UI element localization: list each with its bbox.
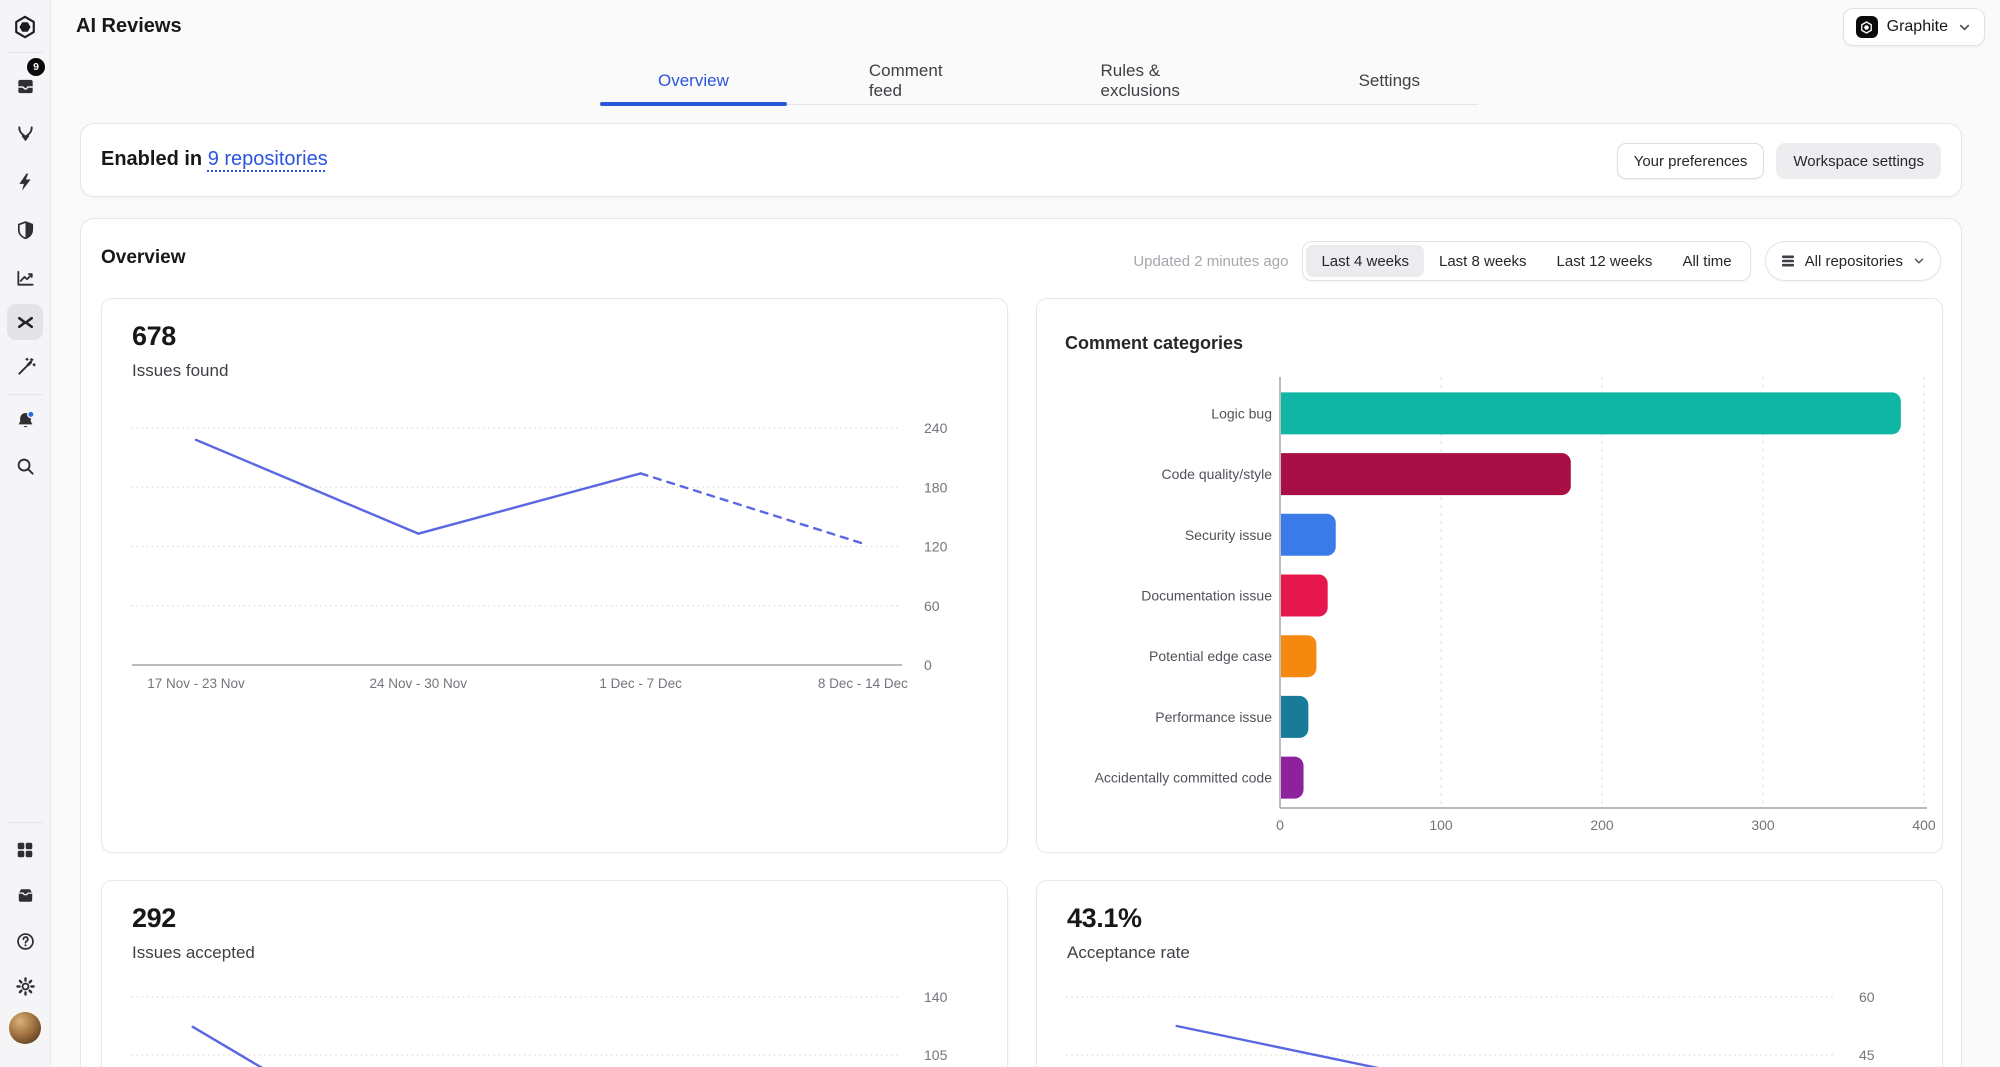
enabled-prefix: Enabled in xyxy=(101,148,203,170)
your-preferences-button[interactable]: Your preferences xyxy=(1616,143,1765,179)
magic-wand-icon[interactable] xyxy=(7,348,43,384)
graphite-button-logo-icon xyxy=(1855,16,1878,38)
chevron-down-icon xyxy=(1959,24,1970,30)
workspace-settings-button[interactable]: Workspace settings xyxy=(1776,143,1941,179)
comment-categories-card: 0 100 200 300 400 Logic bug Code quality/style… xyxy=(1036,298,1943,853)
issues-found-chart: 0 60 120 180 240 17 Nov - 23 Nov 24 Nov - 30 N… xyxy=(131,420,948,691)
comment-categories-title: Comment categories xyxy=(1065,333,1244,353)
main-area: AI Reviews Graphite Overview Comment fee… xyxy=(50,0,2000,1067)
enabled-text: Enabled in 9 repositories xyxy=(101,148,328,171)
rows-icon xyxy=(1781,255,1794,267)
issues-accepted-card: 140 105 292 Issues accepted xyxy=(101,880,1008,1067)
ai-reviews-icon[interactable] xyxy=(7,304,43,340)
insights-chart-icon[interactable] xyxy=(7,260,43,296)
sidebar-divider xyxy=(7,822,43,823)
svg-text:240: 240 xyxy=(924,420,948,436)
chevron-down-icon xyxy=(1914,258,1924,264)
app-window: 9 AI Reviews Graphite Overview Comment f… xyxy=(0,0,2000,1067)
shield-icon[interactable] xyxy=(7,212,43,248)
svg-text:45: 45 xyxy=(1859,1047,1875,1063)
updated-text: Updated 2 minutes ago xyxy=(1133,252,1289,270)
svg-text:200: 200 xyxy=(1590,817,1614,833)
merge-icon[interactable] xyxy=(7,116,43,152)
svg-text:8 Dec - 14 Dec: 8 Dec - 14 Dec xyxy=(818,676,908,691)
time-filter-all-time[interactable]: All time xyxy=(1667,245,1746,277)
svg-text:Code quality/style: Code quality/style xyxy=(1161,466,1272,482)
acceptance-rate-label: Acceptance rate xyxy=(1067,943,1190,962)
time-filter-group: Last 4 weeks Last 8 weeks Last 12 weeks … xyxy=(1302,241,1751,281)
svg-text:1 Dec - 7 Dec: 1 Dec - 7 Dec xyxy=(599,676,682,691)
svg-text:17 Nov - 23 Nov: 17 Nov - 23 Nov xyxy=(147,676,245,691)
page-title: AI Reviews xyxy=(76,15,182,37)
overview-controls: Updated 2 minutes ago Last 4 weeks Last … xyxy=(1133,241,1941,281)
user-avatar[interactable] xyxy=(9,1012,41,1044)
svg-text:300: 300 xyxy=(1751,817,1775,833)
help-icon[interactable] xyxy=(7,923,43,959)
time-filter-last-12-weeks[interactable]: Last 12 weeks xyxy=(1542,245,1668,277)
svg-text:0: 0 xyxy=(924,657,932,673)
svg-text:Security issue: Security issue xyxy=(1185,527,1272,543)
acceptance-rate-card: 60 45 43.1% Acceptance rate xyxy=(1036,880,1943,1067)
tab-rules-exclusions[interactable]: Rules & exclusions xyxy=(1043,58,1277,104)
bell-icon[interactable] xyxy=(7,402,43,438)
graphite-logo-icon[interactable] xyxy=(7,9,43,45)
acceptance-rate-chart: 60 45 xyxy=(1066,989,1875,1067)
time-filter-last-4-weeks[interactable]: Last 4 weeks xyxy=(1306,245,1424,277)
svg-text:180: 180 xyxy=(924,479,948,495)
sidebar-divider xyxy=(7,394,43,395)
svg-text:Performance issue: Performance issue xyxy=(1155,709,1272,725)
repository-filter-label: All repositories xyxy=(1804,252,1903,270)
tab-bar: Overview Comment feed Rules & exclusions… xyxy=(600,58,1478,106)
svg-text:0: 0 xyxy=(1276,817,1284,833)
tab-overview[interactable]: Overview xyxy=(600,58,787,106)
overview-panel: Overview Updated 2 minutes ago Last 4 we… xyxy=(80,218,1962,1067)
svg-text:120: 120 xyxy=(924,539,948,555)
issues-accepted-chart: 140 105 xyxy=(131,989,948,1067)
repository-filter[interactable]: All repositories xyxy=(1764,241,1941,281)
tray-icon[interactable] xyxy=(7,877,43,913)
sidebar-divider xyxy=(7,52,43,53)
enabled-banner: Enabled in 9 repositories Your preferenc… xyxy=(80,123,1962,197)
issues-accepted-label: Issues accepted xyxy=(132,943,255,962)
workspace-name: Graphite xyxy=(1886,18,1948,35)
svg-text:400: 400 xyxy=(1912,817,1936,833)
svg-text:105: 105 xyxy=(924,1047,948,1063)
svg-text:Documentation issue: Documentation issue xyxy=(1141,588,1272,604)
search-icon[interactable] xyxy=(7,448,43,484)
svg-text:100: 100 xyxy=(1429,817,1453,833)
time-filter-last-8-weeks[interactable]: Last 8 weeks xyxy=(1424,245,1542,277)
acceptance-rate-value: 43.1% xyxy=(1067,903,1142,933)
tab-comment-feed[interactable]: Comment feed xyxy=(811,58,1019,104)
issues-found-value: 678 xyxy=(132,321,176,351)
lightning-icon[interactable] xyxy=(7,164,43,200)
comment-categories-chart: 0 100 200 300 400 Logic bug Code quality/style… xyxy=(1095,377,1936,833)
svg-text:60: 60 xyxy=(924,598,940,614)
banner-actions: Your preferences Workspace settings xyxy=(1616,143,1941,179)
sidebar: 9 xyxy=(0,0,51,1067)
svg-text:140: 140 xyxy=(924,989,948,1005)
issues-accepted-value: 292 xyxy=(132,903,176,933)
repositories-link[interactable]: 9 repositories xyxy=(208,148,328,170)
issues-found-label: Issues found xyxy=(132,361,229,380)
notification-dot xyxy=(26,410,35,418)
apps-grid-icon[interactable] xyxy=(7,832,43,868)
issues-found-card: 0 60 120 180 240 17 Nov - 23 Nov 24 Nov - 30 N… xyxy=(101,298,1008,853)
svg-text:Potential edge case: Potential edge case xyxy=(1149,648,1272,664)
svg-text:24 Nov - 30 Nov: 24 Nov - 30 Nov xyxy=(370,676,468,691)
gear-icon[interactable] xyxy=(7,968,43,1004)
tab-settings[interactable]: Settings xyxy=(1301,58,1478,104)
overview-heading: Overview xyxy=(101,247,186,268)
svg-text:Accidentally committed code: Accidentally committed code xyxy=(1095,770,1273,786)
workspace-switcher[interactable]: Graphite xyxy=(1842,8,1985,46)
svg-text:60: 60 xyxy=(1859,989,1875,1005)
inbox-badge: 9 xyxy=(25,56,47,78)
svg-text:Logic bug: Logic bug xyxy=(1211,405,1272,421)
